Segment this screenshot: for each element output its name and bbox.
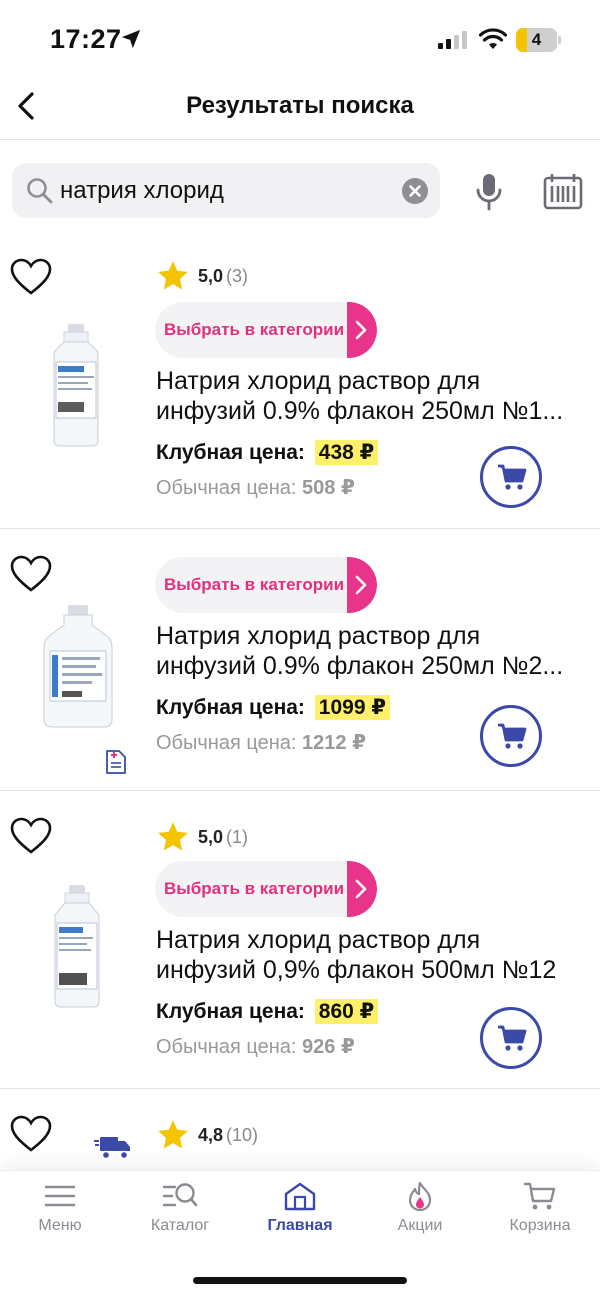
club-price-value: 860 ₽	[314, 999, 379, 1024]
barcode-scanner-icon[interactable]	[543, 172, 583, 212]
product-title[interactable]: Натрия хлорид раствор для	[156, 366, 586, 396]
club-price-value: 1099 ₽	[314, 695, 390, 720]
select-in-category-button[interactable]: Выбрать в категории	[155, 861, 377, 917]
product-card[interactable]: Выбрать в категории Натрия хлорид раство…	[0, 529, 600, 791]
tab-home[interactable]: Главная	[240, 1181, 360, 1251]
regular-price-value: 926 ₽	[302, 1036, 355, 1058]
location-arrow-icon	[121, 29, 141, 49]
product-image[interactable]	[48, 322, 104, 448]
regular-price: Обычная цена: 1212 ₽	[156, 730, 366, 755]
catalog-search-icon	[162, 1183, 198, 1207]
battery-icon: 4	[516, 28, 562, 52]
close-icon	[409, 185, 421, 197]
cart-icon	[498, 723, 527, 749]
tab-catalog[interactable]: Каталог	[120, 1181, 240, 1251]
favorite-heart-icon[interactable]	[10, 817, 52, 855]
rating-count: (1)	[226, 826, 249, 847]
regular-price: Обычная цена: 508 ₽	[156, 475, 355, 500]
clear-search-button[interactable]	[402, 178, 428, 204]
add-to-cart-button[interactable]	[480, 446, 542, 508]
select-in-category-button[interactable]: Выбрать в категории	[155, 557, 377, 613]
select-in-category-button[interactable]: Выбрать в категории	[155, 302, 377, 358]
product-image[interactable]	[38, 603, 118, 729]
regular-price-label: Обычная цена:	[156, 477, 297, 499]
rating-count: (10)	[226, 1124, 259, 1145]
chevron-right-icon	[347, 557, 377, 613]
menu-icon	[44, 1185, 76, 1207]
search-input[interactable]	[60, 163, 390, 218]
status-bar: 17:27 4	[0, 0, 600, 80]
regular-price-value: 1212 ₽	[302, 732, 366, 754]
rating-count: (3)	[226, 265, 249, 286]
add-to-cart-button[interactable]	[480, 1007, 542, 1069]
category-button-label: Выбрать в категории	[164, 320, 345, 339]
star-icon	[158, 261, 188, 290]
cart-icon	[498, 464, 527, 490]
header: Результаты поиска	[0, 80, 600, 140]
home-icon	[284, 1182, 316, 1211]
tab-label: Корзина	[509, 1217, 571, 1234]
battery-level-text: 4	[531, 30, 542, 49]
microphone-icon[interactable]	[472, 172, 506, 212]
cellular-signal-icon	[438, 31, 467, 49]
tab-cart[interactable]: Корзина	[480, 1181, 600, 1251]
flame-icon	[408, 1181, 432, 1211]
tab-label: Главная	[267, 1217, 333, 1234]
tab-label: Акции	[397, 1217, 443, 1234]
product-title-line2[interactable]: инфузий 0,9% флакон 500мл №12	[156, 955, 586, 985]
favorite-heart-icon[interactable]	[10, 258, 52, 296]
home-indicator[interactable]	[193, 1277, 407, 1284]
club-price-label: Клубная цена:	[156, 441, 305, 464]
regular-price-label: Обычная цена:	[156, 1036, 297, 1058]
regular-price-label: Обычная цена:	[156, 732, 297, 754]
product-title-line2[interactable]: инфузий 0.9% флакон 250мл №2...	[156, 651, 586, 681]
delivery-truck-icon	[94, 1137, 130, 1160]
rating-value: 4,8	[198, 1124, 224, 1145]
rating: 5,0 (1)	[156, 819, 248, 855]
product-title[interactable]: Натрия хлорид раствор для	[156, 621, 586, 651]
rating: 4,8 (10)	[156, 1117, 258, 1153]
prescription-document-icon[interactable]	[104, 749, 128, 775]
product-title-line2[interactable]: инфузий 0.9% флакон 250мл №1...	[156, 396, 586, 426]
tab-label: Каталог	[150, 1217, 210, 1234]
club-price-label: Клубная цена:	[156, 1000, 305, 1023]
page-title: Результаты поиска	[186, 92, 414, 119]
product-card[interactable]: 4,8 (10)	[0, 1089, 600, 1179]
rating: 5,0 (3)	[156, 258, 248, 294]
category-button-label: Выбрать в категории	[164, 879, 345, 898]
wifi-icon	[479, 28, 507, 49]
club-price-value: 438 ₽	[314, 440, 379, 465]
search-icon	[27, 178, 53, 204]
tab-label: Меню	[38, 1217, 82, 1234]
chevron-right-icon	[347, 302, 377, 358]
tab-promotions[interactable]: Акции	[360, 1181, 480, 1251]
product-image[interactable]	[50, 883, 104, 1009]
product-card[interactable]: 5,0 (1) Выбрать в категории Натрия хлори…	[0, 791, 600, 1089]
add-to-cart-button[interactable]	[480, 705, 542, 767]
regular-price: Обычная цена: 926 ₽	[156, 1034, 355, 1059]
status-time: 17:27	[50, 24, 122, 54]
regular-price-value: 508 ₽	[302, 477, 355, 499]
search-box[interactable]	[12, 163, 440, 218]
cart-icon	[498, 1025, 527, 1051]
chevron-right-icon	[347, 861, 377, 917]
rating-value: 5,0	[198, 265, 224, 286]
product-title[interactable]: Натрия хлорид раствор для	[156, 925, 586, 955]
club-price: Клубная цена: 438 ₽	[156, 440, 379, 465]
tab-menu[interactable]: Меню	[0, 1181, 120, 1251]
favorite-heart-icon[interactable]	[10, 555, 52, 593]
favorite-heart-icon[interactable]	[10, 1115, 52, 1153]
basket-icon	[523, 1182, 556, 1210]
club-price: Клубная цена: 1099 ₽	[156, 695, 390, 720]
star-icon	[158, 822, 188, 851]
category-button-label: Выбрать в категории	[164, 575, 345, 594]
product-card[interactable]: 5,0 (3) Выбрать в категории Натрия хлори…	[0, 244, 600, 529]
rating-value: 5,0	[198, 826, 224, 847]
club-price: Клубная цена: 860 ₽	[156, 999, 379, 1024]
club-price-label: Клубная цена:	[156, 696, 305, 719]
star-icon	[158, 1120, 188, 1149]
